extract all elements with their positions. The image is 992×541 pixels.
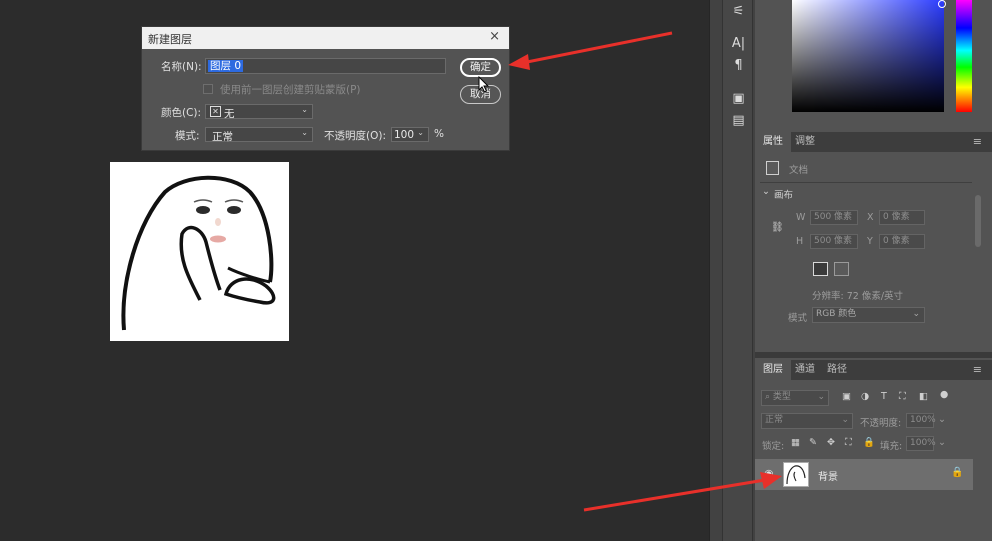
mode-select[interactable]: 正常 ⌄ [205, 127, 313, 143]
section-canvas-title: 画布 [774, 190, 794, 201]
tab-paths[interactable]: 路径 [819, 360, 855, 380]
red-arrow-layer-icon [583, 472, 782, 512]
properties-tabs: 属性 调整 ≡ [755, 132, 992, 152]
paragraph-icon[interactable]: ¶ [723, 55, 754, 77]
type-filter-icon[interactable]: T [881, 391, 887, 402]
tab-properties[interactable]: 属性 [755, 132, 791, 152]
resolution-text: 分辨率: 72 像素/英寸 [812, 291, 904, 302]
dialog-titlebar: 新建图层 × [142, 27, 509, 49]
y-input[interactable]: 0 像素 [879, 234, 925, 249]
blend-mode-select[interactable]: 正常 ⌄ [761, 413, 853, 429]
chevron-down-icon: ⌄ [301, 128, 308, 137]
lock-icon[interactable]: 🔒 [951, 467, 963, 478]
chevron-down-icon: ⌄ [841, 415, 849, 425]
new-layer-dialog: 新建图层 × 名称(N): 图层 0 使用前一图层创建剪贴蒙版(P) 颜色(C)… [141, 26, 510, 151]
chevron-down-icon: ⌄ [912, 309, 920, 319]
adjustment-filter-icon[interactable]: ◑ [861, 391, 869, 402]
properties-scrollbar[interactable] [975, 195, 981, 247]
color-mode-label: 模式 [788, 313, 808, 324]
layer-name[interactable]: 背景 [818, 468, 838, 483]
layer-name-selected-text: 图层 0 [208, 60, 244, 72]
dialog-title: 新建图层 [148, 33, 192, 46]
chevron-down-icon[interactable]: ⌄ [938, 414, 946, 425]
color-picker-handle-icon[interactable] [938, 0, 946, 8]
color-label: 颜色(C): [161, 107, 202, 119]
sliders-icon[interactable]: ⚟ [723, 1, 754, 23]
panel-separator [755, 352, 992, 358]
layer-opacity-input[interactable]: 100% [906, 413, 936, 428]
tab-layers[interactable]: 图层 [755, 360, 791, 380]
layers-tabs: 图层 通道 路径 ≡ [755, 360, 992, 380]
mode-select-value: 正常 [212, 131, 233, 143]
lock-paint-icon[interactable]: ✎ [809, 437, 817, 448]
clip-mask-checkbox[interactable] [203, 84, 213, 94]
x-label: X [867, 212, 874, 223]
name-label: 名称(N): [161, 61, 202, 73]
filter-type-value: 类型 [772, 392, 791, 402]
y-label: Y [867, 236, 873, 247]
doc-label: 文档 [789, 165, 809, 176]
color-field[interactable] [792, 0, 944, 112]
character-icon[interactable]: A| [723, 33, 754, 55]
height-label: H [796, 236, 804, 247]
panel-menu-icon[interactable]: ≡ [973, 135, 982, 148]
filter-toggle-icon[interactable]: ● [940, 389, 948, 400]
mouse-cursor-icon [478, 76, 490, 93]
pixel-filter-icon[interactable]: ▣ [842, 391, 851, 402]
tab-adjustments[interactable]: 调整 [787, 132, 823, 152]
landscape-orientation-icon[interactable] [834, 262, 849, 276]
mode-label: 模式: [175, 130, 200, 142]
panel-icon-strip: ⚟ A| ¶ ▣ ▤ [722, 0, 753, 541]
width-label: W [796, 212, 806, 223]
close-icon[interactable]: × [489, 29, 500, 44]
lock-transparent-icon[interactable]: ▦ [791, 437, 800, 448]
lock-artboard-icon[interactable]: ⛶ [845, 437, 852, 448]
width-input[interactable]: 500 像素 [810, 210, 858, 225]
color-select-value: 无 [224, 108, 235, 120]
chevron-down-icon: ⌄ [817, 392, 825, 402]
document-icon [766, 161, 779, 175]
lock-label: 锁定: [762, 441, 785, 452]
layer-name-input[interactable]: 图层 0 [205, 58, 446, 74]
chevron-down-icon[interactable]: ⌄ [417, 128, 424, 137]
color-select[interactable]: ✕ 无 ⌄ [205, 104, 313, 120]
percent-sign: % [434, 128, 444, 140]
x-input[interactable]: 0 像素 [879, 210, 925, 225]
meme-drawing-icon [121, 175, 276, 331]
blend-mode-value: 正常 [765, 415, 784, 425]
layer-opacity-label: 不透明度: [860, 418, 902, 429]
tab-channels[interactable]: 通道 [787, 360, 823, 380]
chevron-down-icon[interactable]: ⌄ [938, 437, 946, 448]
portrait-orientation-icon[interactable] [813, 262, 828, 276]
opacity-value: 100 [394, 129, 415, 141]
chevron-down-icon[interactable]: ⌄ [762, 186, 770, 197]
link-icon[interactable]: ⛓ [771, 222, 784, 233]
smart-object-filter-icon[interactable]: ◧ [919, 391, 928, 402]
lock-move-icon[interactable]: ✥ [827, 437, 835, 448]
height-input[interactable]: 500 像素 [810, 234, 858, 249]
search-icon: ⌕ [765, 392, 773, 402]
lock-all-icon[interactable]: 🔒 [863, 437, 875, 448]
fill-label: 填充: [880, 441, 903, 452]
divider [760, 182, 972, 183]
opacity-input[interactable]: 100 ⌄ [391, 127, 429, 142]
ok-button[interactable]: 确定 [460, 58, 501, 77]
opacity-label: 不透明度(O): [324, 130, 386, 142]
note-icon[interactable]: ▤ [723, 110, 754, 132]
layer-filter-select[interactable]: ⌕ 类型 ⌄ [761, 390, 829, 406]
canvas-image[interactable] [110, 162, 289, 341]
hue-slider[interactable] [956, 0, 972, 112]
fill-input[interactable]: 100% [906, 436, 936, 451]
no-color-icon: ✕ [210, 106, 221, 117]
color-mode-select[interactable]: RGB 颜色 ⌄ [812, 307, 925, 323]
color-mode-value: RGB 颜色 [816, 309, 857, 319]
image-icon[interactable]: ▣ [723, 88, 754, 110]
red-arrow-ok-icon [508, 31, 673, 70]
shape-filter-icon[interactable]: ⛶ [899, 391, 906, 402]
clip-mask-label: 使用前一图层创建剪贴蒙版(P) [220, 84, 361, 96]
chevron-down-icon: ⌄ [301, 105, 308, 114]
panel-menu-icon[interactable]: ≡ [973, 363, 982, 376]
